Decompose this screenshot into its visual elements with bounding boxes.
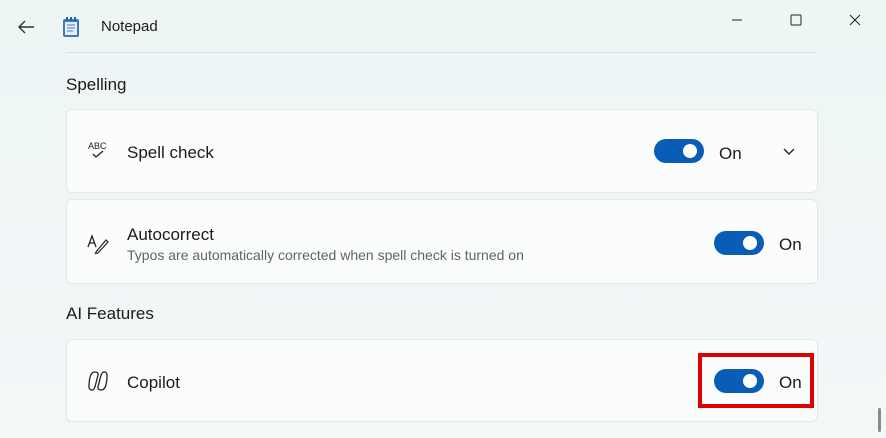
maximize-icon	[790, 14, 802, 26]
autocorrect-label: Autocorrect	[127, 225, 214, 244]
autocorrect-card: Autocorrect Typos are automatically corr…	[66, 199, 818, 284]
spell-check-toggle[interactable]	[654, 139, 704, 163]
header-divider	[66, 52, 816, 53]
copilot-icon	[86, 369, 110, 393]
autocorrect-icon	[86, 231, 110, 255]
title-bar: Notepad	[0, 0, 886, 52]
window-title: Notepad	[101, 18, 158, 35]
arrow-left-icon	[18, 20, 34, 34]
autocorrect-toggle[interactable]	[714, 231, 764, 255]
section-title-spelling: Spelling	[66, 75, 127, 94]
back-button[interactable]	[10, 13, 42, 41]
notepad-icon	[62, 16, 80, 38]
close-button[interactable]	[832, 6, 878, 34]
spell-check-expand-button[interactable]	[779, 142, 799, 162]
minimize-icon	[732, 19, 742, 21]
close-icon	[849, 14, 861, 26]
highlight-box	[698, 353, 814, 408]
autocorrect-state: On	[779, 235, 802, 254]
toggle-knob	[683, 144, 697, 158]
section-title-ai-features: AI Features	[66, 304, 154, 323]
svg-text:ABC: ABC	[88, 141, 107, 151]
toggle-knob	[743, 236, 757, 250]
spell-check-icon: ABC	[86, 139, 110, 163]
spell-check-state: On	[719, 144, 742, 163]
maximize-button[interactable]	[773, 6, 819, 34]
minimize-button[interactable]	[714, 6, 760, 34]
chevron-down-icon	[783, 148, 795, 155]
copilot-label: Copilot	[127, 373, 180, 392]
spell-check-label: Spell check	[127, 143, 214, 162]
spell-check-card[interactable]: ABC Spell check On	[66, 109, 818, 193]
autocorrect-description: Typos are automatically corrected when s…	[127, 247, 524, 263]
scrollbar-thumb[interactable]	[878, 408, 881, 432]
